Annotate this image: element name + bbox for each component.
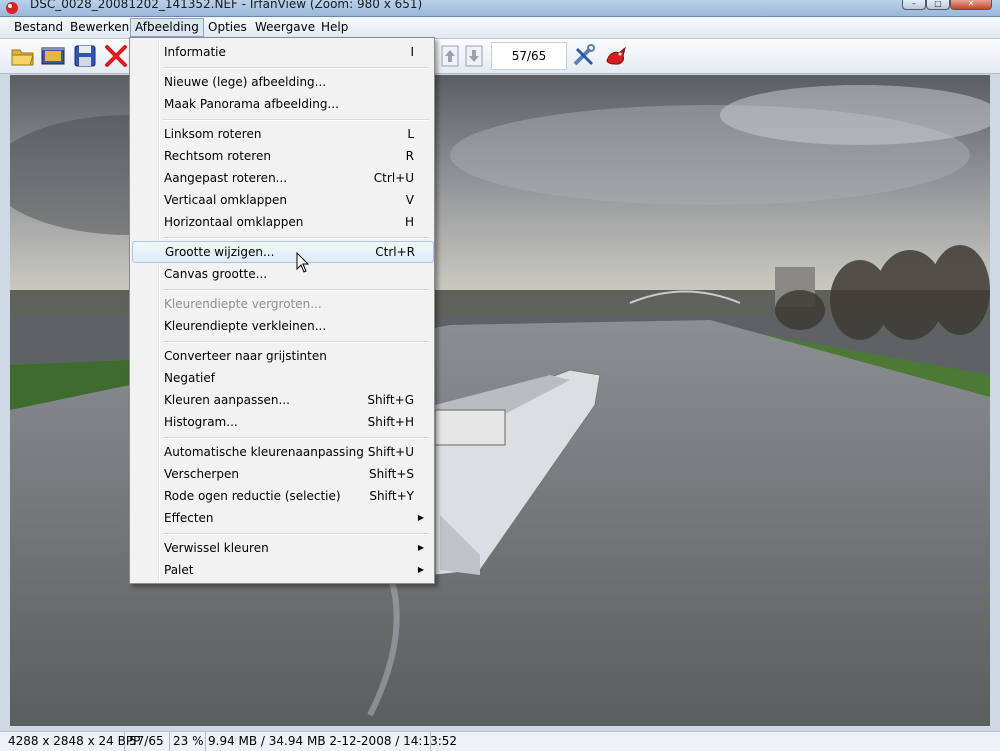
menu-item-effecten[interactable]: Effecten ▶ bbox=[132, 507, 432, 529]
menu-item-label: Verwissel kleuren bbox=[164, 541, 269, 555]
menu-separator bbox=[163, 237, 429, 239]
slideshow-icon[interactable] bbox=[40, 43, 66, 69]
menu-bewerken[interactable]: Bewerken bbox=[66, 19, 133, 36]
menu-item-label: Nieuwe (lege) afbeelding... bbox=[164, 75, 327, 89]
menu-item-label: Horizontaal omklappen bbox=[164, 215, 304, 229]
menu-item-palet[interactable]: Palet ▶ bbox=[132, 559, 432, 581]
menu-item-canvas-grootte[interactable]: Canvas grootte... bbox=[132, 263, 432, 285]
menu-item-label: Canvas grootte... bbox=[164, 267, 268, 281]
menu-item-kleuren-aanpassen[interactable]: Kleuren aanpassen... Shift+G bbox=[132, 389, 432, 411]
menu-item-aangepast-roteren[interactable]: Aangepast roteren... Ctrl+U bbox=[132, 167, 432, 189]
maximize-button[interactable]: □ bbox=[926, 0, 950, 10]
menu-item-label: Kleuren aanpassen... bbox=[164, 393, 290, 407]
menu-item-shortcut: Shift+S bbox=[369, 467, 414, 481]
menu-item-histogram[interactable]: Histogram... Shift+H bbox=[132, 411, 432, 433]
menu-item-horizontaal-omklappen[interactable]: Horizontaal omklappen H bbox=[132, 211, 432, 233]
menu-item-nieuwe-afbeelding[interactable]: Nieuwe (lege) afbeelding... bbox=[132, 71, 432, 93]
menu-item-verscherpen[interactable]: Verscherpen Shift+S bbox=[132, 463, 432, 485]
submenu-arrow-icon: ▶ bbox=[417, 513, 424, 522]
title-bar: DSC_0028_20081202_141352.NEF - IrfanView… bbox=[0, 0, 1000, 17]
menu-item-shortcut: I bbox=[410, 45, 414, 59]
afbeelding-dropdown-menu: Informatie I Nieuwe (lege) afbeelding...… bbox=[129, 37, 435, 584]
menu-item-shortcut: H bbox=[404, 215, 414, 229]
menu-separator bbox=[163, 437, 429, 439]
irfanview-app-icon bbox=[6, 2, 18, 14]
menu-item-label: Rode ogen reductie (selectie) bbox=[164, 489, 341, 503]
status-zoom: 23 % bbox=[169, 732, 206, 751]
menu-item-shortcut: Shift+G bbox=[367, 393, 414, 407]
menu-afbeelding[interactable]: Afbeelding bbox=[130, 18, 204, 37]
menu-item-label: Kleurendiepte verkleinen... bbox=[164, 319, 327, 333]
menu-help[interactable]: Help bbox=[317, 19, 352, 36]
menu-item-label: Histogram... bbox=[164, 415, 238, 429]
menu-item-label: Effecten bbox=[164, 511, 214, 525]
menu-item-grijstinten[interactable]: Converteer naar grijstinten bbox=[132, 345, 432, 367]
menu-item-shortcut: L bbox=[407, 127, 414, 141]
minimize-button[interactable]: – bbox=[902, 0, 926, 10]
menu-item-kleurendiepte-vergroten: Kleurendiepte vergroten... bbox=[132, 293, 432, 315]
menu-item-rode-ogen-reductie[interactable]: Rode ogen reductie (selectie) Shift+Y bbox=[132, 485, 432, 507]
menu-item-shortcut: R bbox=[405, 149, 414, 163]
submenu-arrow-icon: ▶ bbox=[417, 543, 424, 552]
menu-separator bbox=[163, 341, 429, 343]
page-counter[interactable]: 57/65 bbox=[491, 42, 567, 70]
delete-icon[interactable] bbox=[103, 43, 129, 69]
menu-separator bbox=[163, 289, 429, 291]
menu-item-label: Maak Panorama afbeelding... bbox=[164, 97, 339, 111]
window-title: DSC_0028_20081202_141352.NEF - IrfanView… bbox=[30, 0, 423, 11]
menu-item-label: Rechtsom roteren bbox=[164, 149, 271, 163]
status-index: 57/65 bbox=[125, 732, 170, 751]
status-bar: 4288 x 2848 x 24 BPP 57/65 23 % 9.94 MB … bbox=[0, 731, 1000, 751]
status-filesize-date: 9.94 MB / 34.94 MB 2-12-2008 / 14:13:52 bbox=[204, 732, 457, 751]
menu-item-label: Grootte wijzigen... bbox=[165, 245, 275, 259]
menu-item-kleurendiepte-verkleinen[interactable]: Kleurendiepte verkleinen... bbox=[132, 315, 432, 337]
menu-separator bbox=[163, 119, 429, 121]
settings-tools-icon[interactable] bbox=[571, 43, 597, 69]
menu-item-label: Automatische kleurenaanpassing bbox=[164, 445, 364, 459]
menu-item-shortcut: Shift+U bbox=[367, 445, 414, 459]
menu-item-shortcut: Ctrl+R bbox=[375, 245, 415, 259]
menu-item-verticaal-omklappen[interactable]: Verticaal omklappen V bbox=[132, 189, 432, 211]
menu-item-shortcut: Shift+Y bbox=[369, 489, 414, 503]
menu-item-grootte-wijzigen[interactable]: Grootte wijzigen... Ctrl+R bbox=[132, 241, 434, 263]
menu-item-label: Verscherpen bbox=[164, 467, 239, 481]
menu-item-panorama[interactable]: Maak Panorama afbeelding... bbox=[132, 93, 432, 115]
menu-item-rechtsom-roteren[interactable]: Rechtsom roteren R bbox=[132, 145, 432, 167]
menu-item-label: Kleurendiepte vergroten... bbox=[164, 297, 322, 311]
menu-item-label: Linksom roteren bbox=[164, 127, 262, 141]
menu-item-label: Converteer naar grijstinten bbox=[164, 349, 327, 363]
menu-item-verwissel-kleuren[interactable]: Verwissel kleuren ▶ bbox=[132, 537, 432, 559]
menu-weergave[interactable]: Weergave bbox=[251, 19, 319, 36]
irfanview-logo-icon[interactable] bbox=[603, 43, 629, 69]
mouse-pointer-icon bbox=[296, 252, 310, 273]
status-dimensions: 4288 x 2848 x 24 BPP bbox=[4, 732, 140, 751]
up-arrow-icon[interactable] bbox=[437, 43, 463, 69]
menu-item-linksom-roteren[interactable]: Linksom roteren L bbox=[132, 123, 432, 145]
menu-item-shortcut: Ctrl+U bbox=[373, 171, 414, 185]
menu-item-informatie[interactable]: Informatie I bbox=[132, 41, 432, 63]
close-button[interactable]: ✕ bbox=[950, 0, 992, 10]
menu-item-label: Verticaal omklappen bbox=[164, 193, 287, 207]
down-arrow-icon[interactable] bbox=[461, 43, 487, 69]
open-folder-icon[interactable] bbox=[10, 43, 36, 69]
menu-item-shortcut: V bbox=[405, 193, 414, 207]
menu-item-label: Aangepast roteren... bbox=[164, 171, 288, 185]
menu-opties[interactable]: Opties bbox=[204, 19, 251, 36]
menu-item-automatische-kleurenaanpassing[interactable]: Automatische kleurenaanpassing Shift+U bbox=[132, 441, 432, 463]
save-icon[interactable] bbox=[72, 43, 98, 69]
menu-bar: Bestand Bewerken Afbeelding Opties Weerg… bbox=[0, 17, 1000, 39]
menu-item-label: Negatief bbox=[164, 371, 215, 385]
menu-separator bbox=[163, 67, 429, 69]
menu-bestand[interactable]: Bestand bbox=[10, 19, 67, 36]
submenu-arrow-icon: ▶ bbox=[417, 565, 424, 574]
menu-item-shortcut: Shift+H bbox=[367, 415, 414, 429]
menu-item-negatief[interactable]: Negatief bbox=[132, 367, 432, 389]
menu-separator bbox=[163, 533, 429, 535]
menu-item-label: Informatie bbox=[164, 45, 226, 59]
menu-item-label: Palet bbox=[164, 563, 194, 577]
